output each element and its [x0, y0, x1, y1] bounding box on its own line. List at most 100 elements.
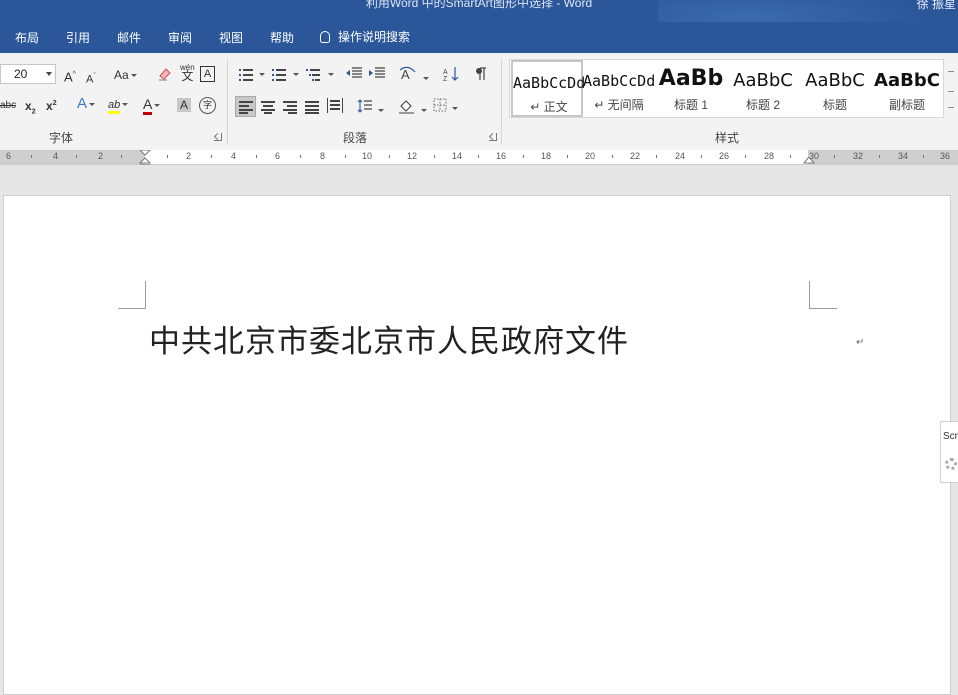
- style-label: 标题: [822, 98, 847, 112]
- chevron-down-icon: [130, 74, 137, 78]
- decrease-indent-button[interactable]: [346, 66, 362, 83]
- ruler-number: 4: [231, 151, 237, 161]
- font-group-label: 字体: [49, 131, 74, 145]
- numbering-icon[interactable]: [272, 68, 286, 81]
- right-indent-marker-icon[interactable]: [803, 157, 815, 165]
- multilevel-list-icon[interactable]: [306, 68, 320, 81]
- style-title[interactable]: AaBbC 标题: [799, 60, 871, 117]
- ruler-tick: [434, 155, 435, 158]
- show-marks-button[interactable]: [474, 66, 488, 85]
- ruler-number: 26: [719, 151, 730, 161]
- ribbon: 20 A^ Aˇ Aa wén 文 A abc x2 x2 A ab A A 字 …: [0, 53, 958, 151]
- ruler-number: 6: [6, 151, 12, 161]
- grow-font-button[interactable]: A^: [64, 68, 76, 84]
- asian-layout-icon: A: [399, 66, 416, 82]
- justify-icon[interactable]: [305, 100, 319, 114]
- subscript-button[interactable]: x2: [25, 99, 36, 119]
- align-left-icon[interactable]: [239, 100, 253, 114]
- style-no-spacing[interactable]: AaBbCcDd ↵ 无间隔: [583, 60, 655, 117]
- ruler-tick: [656, 155, 657, 158]
- asian-layout-button[interactable]: A: [399, 66, 429, 85]
- ruler-number: 24: [675, 151, 686, 161]
- ruler-tick: [345, 155, 346, 158]
- borders-button[interactable]: [433, 98, 459, 115]
- ruler-number: 36: [940, 151, 951, 161]
- ruler-number: 12: [407, 151, 418, 161]
- highlight-label: ab: [108, 99, 121, 114]
- style-sample: AaBbC: [805, 70, 865, 91]
- font-size-value: 20: [14, 67, 28, 81]
- tab-layout[interactable]: 布局: [15, 29, 39, 46]
- scroll-up-icon: [948, 71, 954, 72]
- align-right-icon[interactable]: [283, 100, 297, 114]
- ruler-tick: [389, 155, 390, 158]
- chevron-down-icon[interactable]: [328, 73, 334, 76]
- tell-me-search[interactable]: 操作说明搜索: [320, 28, 410, 45]
- strikethrough-button[interactable]: abc: [0, 99, 16, 113]
- eraser-icon: [159, 68, 171, 81]
- text-effects-button[interactable]: A: [77, 96, 96, 111]
- chevron-down-icon: [422, 77, 429, 81]
- shading-button[interactable]: [398, 98, 428, 117]
- group-divider: [227, 59, 228, 145]
- ruler-number: 22: [630, 151, 641, 161]
- horizontal-ruler[interactable]: 6 4 2 2 4 6 8 10 12 14 16 18 20 22 24 26…: [0, 150, 958, 173]
- distributed-icon[interactable]: [327, 98, 343, 113]
- style-heading-1[interactable]: AaBb 标题 1: [655, 60, 727, 117]
- ruler-number: 2: [98, 151, 104, 161]
- increase-indent-button[interactable]: [369, 66, 385, 83]
- bullets-icon[interactable]: [239, 68, 253, 81]
- ruler-tick: [790, 155, 791, 158]
- tab-view[interactable]: 视图: [219, 29, 243, 46]
- paragraph-mark: ↵: [856, 337, 865, 348]
- chevron-down-icon: [452, 107, 459, 111]
- document-page[interactable]: 中共北京市委北京市人民政府文件 ↵: [3, 195, 951, 695]
- lightbulb-icon: [320, 30, 330, 43]
- clear-formatting-button[interactable]: [157, 66, 171, 81]
- svg-text:A: A: [443, 69, 448, 76]
- ruler-tick: [256, 155, 257, 158]
- superscript-button[interactable]: x2: [46, 97, 57, 113]
- paragraph-mark-icon: [476, 67, 486, 80]
- change-case-button[interactable]: Aa: [114, 68, 137, 82]
- ruler-tick: [745, 155, 746, 158]
- font-dialog-launcher-icon[interactable]: [214, 133, 222, 141]
- more-styles-icon: [948, 107, 954, 108]
- font-color-button[interactable]: A: [143, 96, 161, 115]
- side-widget[interactable]: Scr: [940, 421, 958, 483]
- style-subtitle[interactable]: AaBbC 副标题: [871, 60, 943, 117]
- chevron-down-icon[interactable]: [293, 73, 299, 76]
- tab-review[interactable]: 审阅: [168, 29, 192, 46]
- ruler-tick: [211, 155, 212, 158]
- ruler-number: 6: [275, 151, 281, 161]
- character-shading-button[interactable]: A: [177, 98, 191, 112]
- chevron-down-icon: [421, 109, 428, 113]
- shrink-font-button[interactable]: Aˇ: [86, 70, 96, 87]
- phonetic-guide-button[interactable]: wén 文: [180, 64, 195, 83]
- font-size-select[interactable]: 20: [0, 64, 56, 84]
- sort-button[interactable]: AZ: [443, 66, 459, 85]
- paragraph-dialog-launcher-icon[interactable]: [489, 133, 497, 141]
- ruler-tick: [121, 155, 122, 158]
- style-heading-2[interactable]: AaBbC 标题 2: [727, 60, 799, 117]
- line-spacing-button[interactable]: [357, 98, 385, 117]
- character-border-button[interactable]: A: [200, 66, 215, 82]
- tab-help[interactable]: 帮助: [270, 29, 294, 46]
- highlight-button[interactable]: ab: [108, 97, 129, 114]
- chevron-down-icon[interactable]: [259, 73, 265, 76]
- chevron-down-icon: [154, 104, 161, 108]
- document-heading[interactable]: 中共北京市委北京市人民政府文件: [149, 316, 629, 361]
- chevron-down-icon: [378, 109, 385, 113]
- window-title: 利用Word 中的SmartArt图形中选择 - Word: [365, 0, 593, 10]
- tab-mailings[interactable]: 邮件: [117, 29, 141, 46]
- enclose-characters-button[interactable]: 字: [199, 97, 216, 114]
- style-normal[interactable]: AaBbCcDd ↵ 正文: [511, 60, 585, 117]
- chevron-down-icon: [46, 72, 52, 76]
- gallery-scrollbar[interactable]: [945, 59, 958, 118]
- ruler-number: 32: [853, 151, 864, 161]
- chevron-down-icon: [122, 103, 129, 107]
- ruler-tick: [923, 155, 924, 158]
- align-center-icon[interactable]: [261, 100, 275, 114]
- user-name[interactable]: 徐 振星: [917, 0, 956, 12]
- tab-references[interactable]: 引用: [66, 29, 90, 46]
